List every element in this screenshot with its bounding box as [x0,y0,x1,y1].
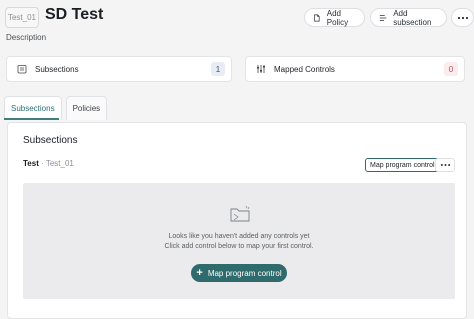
subsection-separator: · [41,159,44,168]
more-options-button[interactable] [451,8,474,27]
document-icon [314,14,320,21]
subsections-panel: Subsections Test · Test_01 Map program c… [7,122,467,319]
add-policy-button[interactable]: Add Policy [304,8,365,27]
empty-folder-icon [230,205,250,222]
empty-state-message: Looks like you haven't added any control… [168,233,310,240]
list-add-icon [379,14,387,21]
subsection-more-button[interactable] [435,158,455,172]
more-dots-icon [457,16,468,19]
subsections-stat-card: Subsections 1 [6,56,232,82]
tab-subsections[interactable]: Subsections [4,96,62,120]
page-header: Test_01 SD Test Description Add Policy A… [0,0,474,56]
controls-icon [257,65,265,73]
add-policy-label: Add Policy [326,8,349,27]
empty-state-hint: Click add control below to map your firs… [164,243,314,250]
mapped-controls-stat-card: Mapped Controls 0 [245,56,465,82]
subsections-stat-label: Subsections [35,64,79,74]
add-subsection-button[interactable]: Add subsection [370,8,447,27]
mapped-controls-stat-label: Mapped Controls [274,64,335,74]
plus-icon: + [196,266,203,279]
tab-policies[interactable]: Policies [65,96,108,120]
calendar-list-icon [17,65,27,74]
description-label: Description [6,33,47,42]
subsection-name: Test [23,159,39,168]
tab-bar: Subsections Policies [4,96,108,120]
mapped-controls-count-badge: 0 [444,62,458,76]
add-subsection-label: Add subsection [393,8,432,27]
subsection-heading: Test · Test_01 [23,159,74,168]
map-program-control-button[interactable]: Map program control [365,158,440,172]
map-program-control-primary-label: Map program control [207,268,282,278]
map-program-control-primary-button[interactable]: + Map program control [191,264,287,282]
more-dots-icon [440,163,450,167]
active-tab-indicator [4,118,59,120]
subsections-count-badge: 1 [211,62,225,76]
subsection-code: Test_01 [45,159,74,168]
code-badge: Test_01 [5,7,39,28]
panel-title: Subsections [23,135,78,146]
empty-state: Looks like you haven't added any control… [23,183,455,299]
page-title: SD Test [45,6,104,23]
